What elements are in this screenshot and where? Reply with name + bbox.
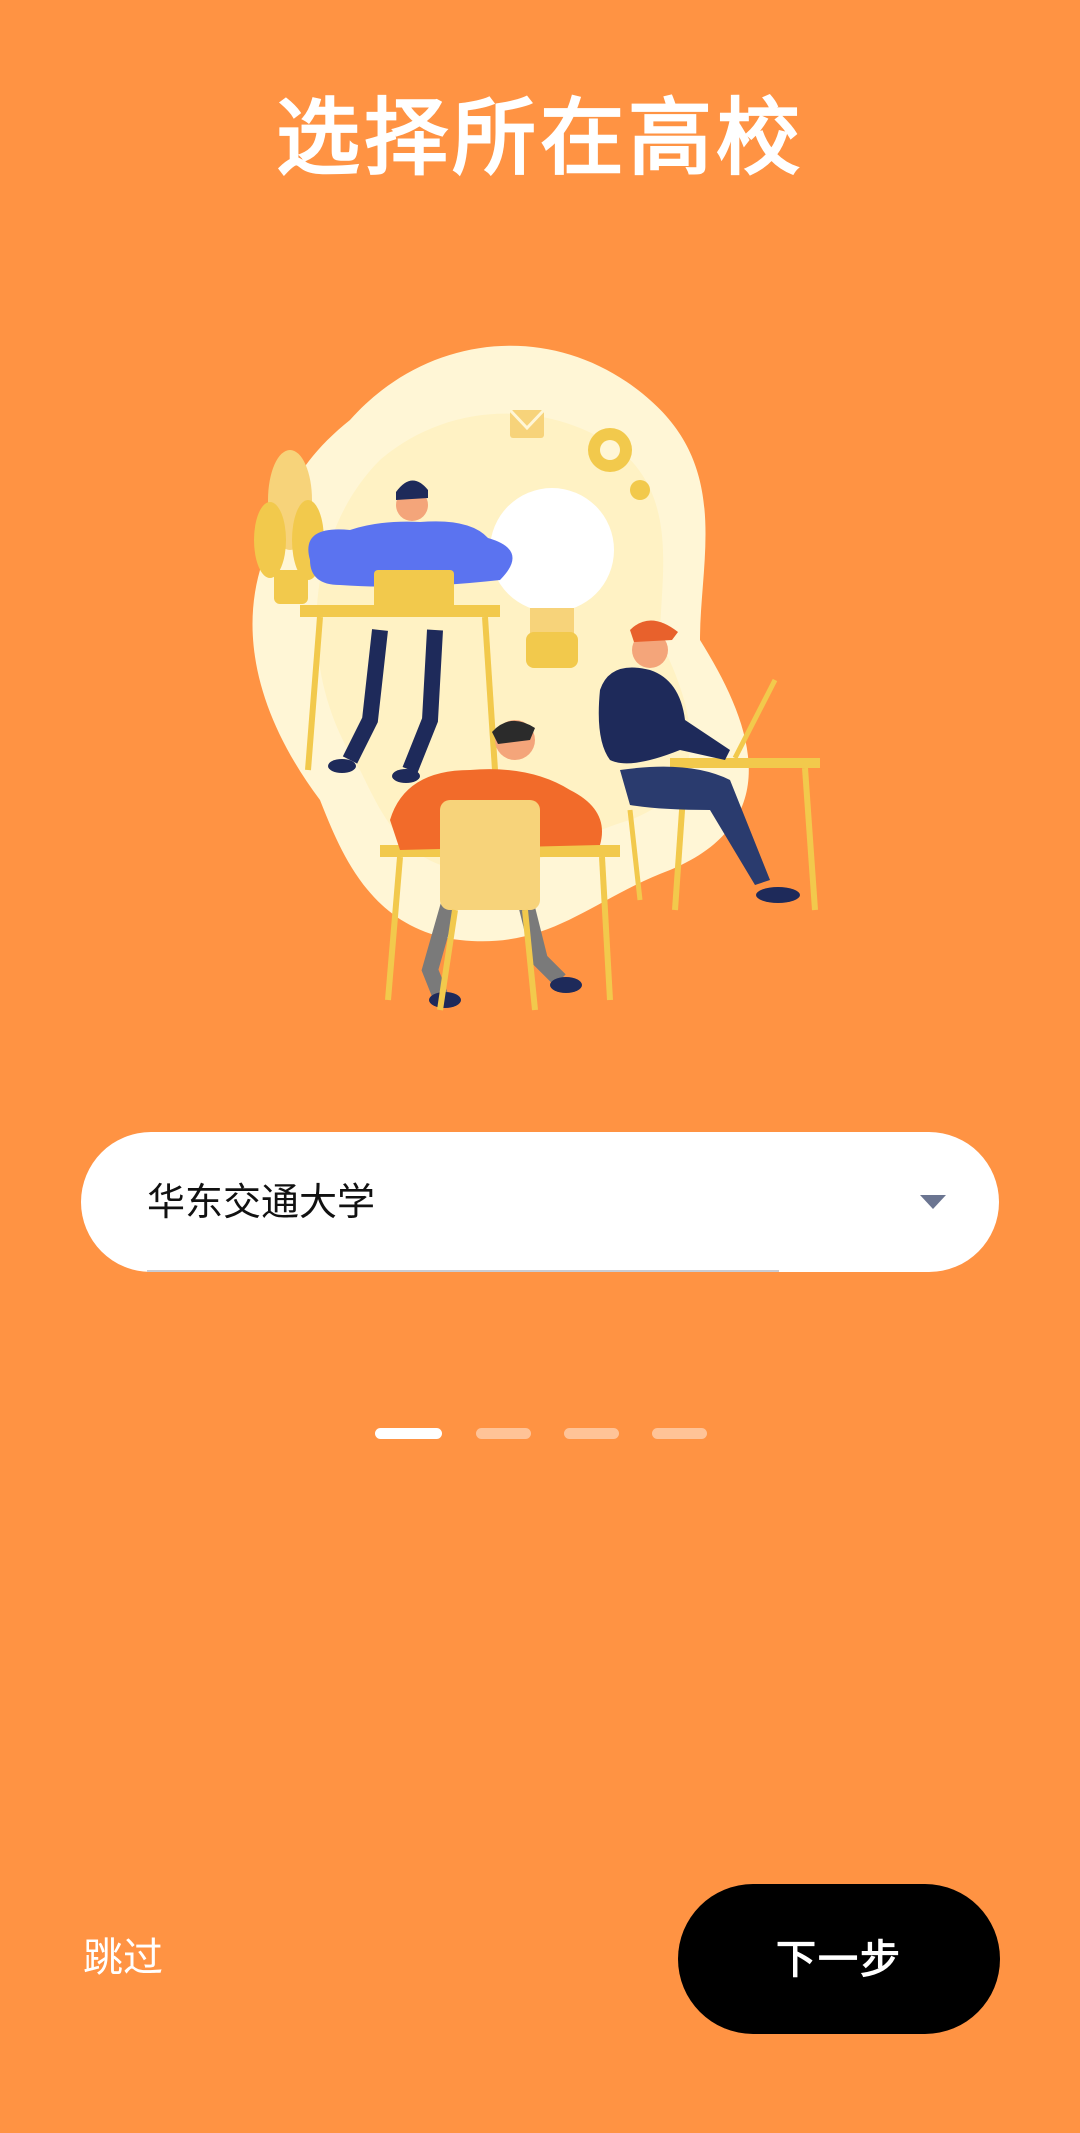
page-indicator-dot-1 [375, 1428, 442, 1439]
school-select-value: 华东交通大学 [147, 1180, 376, 1224]
page-indicator-dot-2 [476, 1428, 531, 1439]
page-indicator [0, 1428, 1080, 1440]
page-indicator-dot-4 [652, 1428, 707, 1439]
skip-link[interactable]: 跳过 [83, 1930, 163, 1986]
caret-down-icon[interactable] [920, 1195, 946, 1209]
people-working-at-desks-illustration [252, 345, 820, 1011]
envelope-icon [508, 408, 546, 438]
chair-front [437, 800, 540, 1011]
school-select[interactable]: 华东交通大学 [81, 1132, 999, 1272]
page-indicator-dot-3 [564, 1428, 619, 1439]
page-title: 选择所在高校 [275, 89, 804, 187]
next-button[interactable]: 下一步 [678, 1884, 1000, 2034]
school-select-underline [147, 1270, 779, 1272]
